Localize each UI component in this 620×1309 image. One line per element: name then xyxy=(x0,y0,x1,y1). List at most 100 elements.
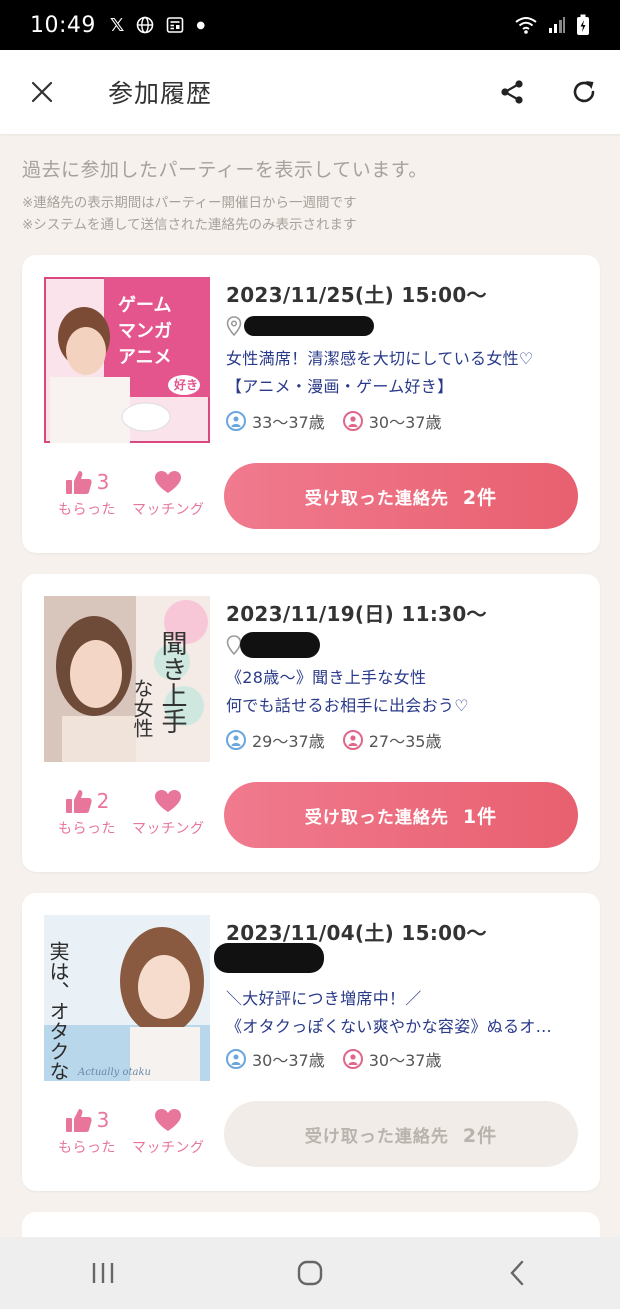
likes-count: 3 xyxy=(96,1108,110,1132)
redacted-venue xyxy=(244,316,374,336)
likes-stat: 3 もらった xyxy=(58,467,116,519)
female-age-range: 30〜37歳 xyxy=(368,1051,442,1070)
female-icon xyxy=(342,1049,363,1069)
recent-apps-button[interactable] xyxy=(53,1243,153,1303)
contact-button-label: 受け取った連絡先 xyxy=(304,488,449,509)
home-button[interactable] xyxy=(260,1243,360,1303)
likes-count: 2 xyxy=(96,789,110,813)
male-icon xyxy=(226,730,246,750)
contact-count: 1件 xyxy=(462,805,498,828)
party-subtitle: 【アニメ・漫画・ゲーム好き】 xyxy=(226,377,454,396)
status-bar: 10:49 𝕏 ● xyxy=(0,0,620,50)
contact-button-label: 受け取った連絡先 xyxy=(304,1126,449,1147)
venue xyxy=(226,313,374,339)
thumb-badge: 好き xyxy=(173,377,198,392)
male-age-range: 29〜37歳 xyxy=(252,732,325,751)
battery-icon xyxy=(577,14,589,35)
matching-label: マッチング xyxy=(132,502,205,518)
contact-button-label: 受け取った連絡先 xyxy=(304,807,449,828)
party-date: 2023/11/25(土) 15:00〜 xyxy=(226,283,487,307)
notification-dot-icon: ● xyxy=(196,19,206,31)
intro-note: ※連絡先の表示期間はパーティー開催日から一週間です xyxy=(22,195,357,211)
party-thumbnail: 実は、オタクなんです♪ Actually otaku xyxy=(44,915,210,1081)
received-contacts-button[interactable]: 受け取った連絡先 1件 xyxy=(224,782,578,848)
party-card[interactable]: ゲーム マンガ アニメ 好き 2023/11/25(土) 15:00〜 女性満席… xyxy=(22,255,600,553)
contact-count: 2件 xyxy=(462,1124,498,1147)
received-contacts-button[interactable]: 受け取った連絡先 2件 xyxy=(224,463,578,529)
matching-stat: マッチング xyxy=(132,467,205,519)
thumbs-up-icon xyxy=(65,790,92,813)
thumb-text: 聞き上手 xyxy=(157,630,187,734)
contact-count: 2件 xyxy=(462,486,498,509)
party-card[interactable]: 実は、オタクなんです♪ Actually otaku 2023/11/04(土)… xyxy=(22,893,600,1191)
female-age-range: 30〜37歳 xyxy=(368,413,442,432)
x-app-icon: 𝕏 xyxy=(109,14,125,36)
party-subtitle: 何でも話せるお相手に出会おう♡ xyxy=(226,696,469,715)
heart-icon xyxy=(155,790,182,812)
female-icon xyxy=(342,411,363,431)
page-title: 参加履歴 xyxy=(108,79,213,108)
thumb-text: ゲーム xyxy=(118,294,171,316)
likes-stat: 2 もらった xyxy=(58,786,116,838)
matching-label: マッチング xyxy=(132,1140,205,1156)
intro-note: ※システムを通して送信された連絡先のみ表示されます xyxy=(22,217,357,233)
back-icon xyxy=(510,1260,523,1286)
close-button[interactable] xyxy=(0,50,84,134)
party-card[interactable]: 聞き上手 な女性 2023/11/19(日) 11:30〜 《28歳〜》聞き上手… xyxy=(22,574,600,872)
refresh-icon xyxy=(573,81,595,103)
party-title: 女性満席！清潔感を大切にしている女性♡ xyxy=(226,349,534,368)
share-button[interactable] xyxy=(476,50,548,134)
close-icon xyxy=(31,81,53,103)
heart-icon xyxy=(155,1109,182,1131)
matching-stat: マッチング xyxy=(132,786,205,838)
intro-text: 過去に参加したパーティーを表示しています。 xyxy=(22,159,428,181)
likes-stat: 3 もらった xyxy=(58,1105,116,1157)
party-date: 2023/11/19(日) 11:30〜 xyxy=(226,602,487,626)
party-date: 2023/11/04(土) 15:00〜 xyxy=(226,921,487,945)
signal-icon xyxy=(549,17,565,33)
redacted-venue xyxy=(240,632,320,658)
intro-section: 過去に参加したパーティーを表示しています。 ※連絡先の表示期間はパーティー開催日… xyxy=(22,155,602,236)
party-subtitle: 《オタクっぽくない爽やかな容姿》ぬるオ... xyxy=(226,1017,552,1036)
home-icon xyxy=(297,1260,323,1286)
news-icon xyxy=(167,17,184,33)
female-age-range: 27〜35歳 xyxy=(368,732,442,751)
share-icon xyxy=(501,80,523,104)
app-header: 参加履歴 xyxy=(0,50,620,134)
system-nav-bar xyxy=(0,1237,620,1309)
party-thumbnail: 聞き上手 な女性 xyxy=(44,596,210,762)
likes-label: もらった xyxy=(58,1140,116,1156)
party-title: 《28歳〜》聞き上手な女性 xyxy=(226,668,427,687)
location-pin-icon xyxy=(226,316,242,336)
globe-icon xyxy=(137,16,154,34)
wifi-icon xyxy=(515,17,537,34)
likes-label: もらった xyxy=(58,821,116,837)
matching-stat: マッチング xyxy=(132,1105,205,1157)
thumb-caption: Actually otaku xyxy=(77,1067,151,1078)
likes-label: もらった xyxy=(58,502,116,518)
thumbs-up-icon xyxy=(65,471,92,494)
male-age-range: 30〜37歳 xyxy=(252,1051,325,1070)
venue xyxy=(214,943,324,973)
likes-count: 3 xyxy=(96,470,110,494)
thumb-text: マンガ xyxy=(118,321,172,342)
back-button[interactable] xyxy=(467,1243,567,1303)
venue xyxy=(226,632,320,658)
male-icon xyxy=(226,1049,246,1069)
thumb-text: アニメ xyxy=(118,347,172,368)
male-icon xyxy=(226,411,246,431)
matching-label: マッチング xyxy=(132,821,205,837)
recent-apps-icon xyxy=(93,1263,114,1283)
redacted-venue xyxy=(214,943,324,973)
female-icon xyxy=(342,730,363,750)
received-contacts-button[interactable]: 受け取った連絡先 2件 xyxy=(224,1101,578,1167)
party-title: ＼大好評につき増席中！／ xyxy=(226,989,422,1008)
status-time: 10:49 xyxy=(30,12,96,38)
heart-icon xyxy=(155,471,182,493)
party-thumbnail: ゲーム マンガ アニメ 好き xyxy=(44,277,210,443)
thumbs-up-icon xyxy=(65,1109,92,1132)
male-age-range: 33〜37歳 xyxy=(252,413,325,432)
thumb-text: な女性 xyxy=(130,678,154,738)
thumb-text: 実は、オタクなんです♪ xyxy=(46,941,70,1081)
refresh-button[interactable] xyxy=(548,50,620,134)
